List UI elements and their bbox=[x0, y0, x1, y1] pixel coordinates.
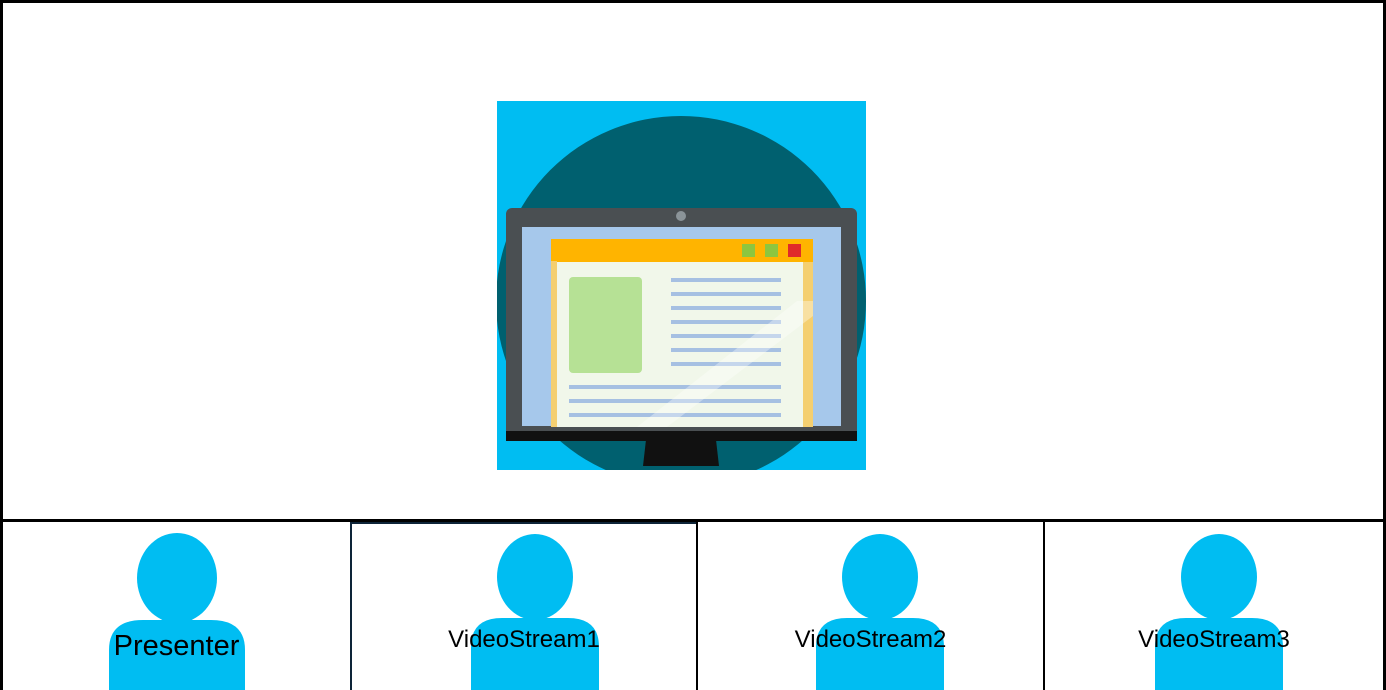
video-tile-3[interactable]: VideoStream3 bbox=[1045, 522, 1383, 690]
person-avatar-icon bbox=[1155, 534, 1283, 690]
person-avatar-icon bbox=[816, 534, 944, 690]
video-tile-2[interactable]: VideoStream2 bbox=[698, 522, 1043, 690]
stream-label: Presenter bbox=[113, 630, 240, 662]
tile-active-border bbox=[352, 522, 698, 524]
person-avatar-icon bbox=[471, 534, 599, 690]
video-tile-presenter[interactable]: Presenter bbox=[3, 522, 350, 690]
tile-divider bbox=[1043, 522, 1045, 690]
monitor-browser-window-icon bbox=[497, 101, 866, 470]
video-stream-row: Presenter VideoStream1 VideoStream2 Vide… bbox=[3, 522, 1383, 690]
main-stage bbox=[3, 3, 1383, 522]
person-avatar-icon bbox=[109, 533, 245, 690]
stream-label: VideoStream3 bbox=[1138, 626, 1290, 653]
stream-label: VideoStream1 bbox=[448, 626, 600, 653]
video-tile-1[interactable]: VideoStream1 bbox=[352, 522, 696, 690]
stream-label: VideoStream2 bbox=[794, 626, 947, 653]
tile-divider bbox=[696, 522, 698, 690]
shared-screen[interactable] bbox=[497, 101, 866, 470]
tile-divider bbox=[350, 522, 352, 690]
